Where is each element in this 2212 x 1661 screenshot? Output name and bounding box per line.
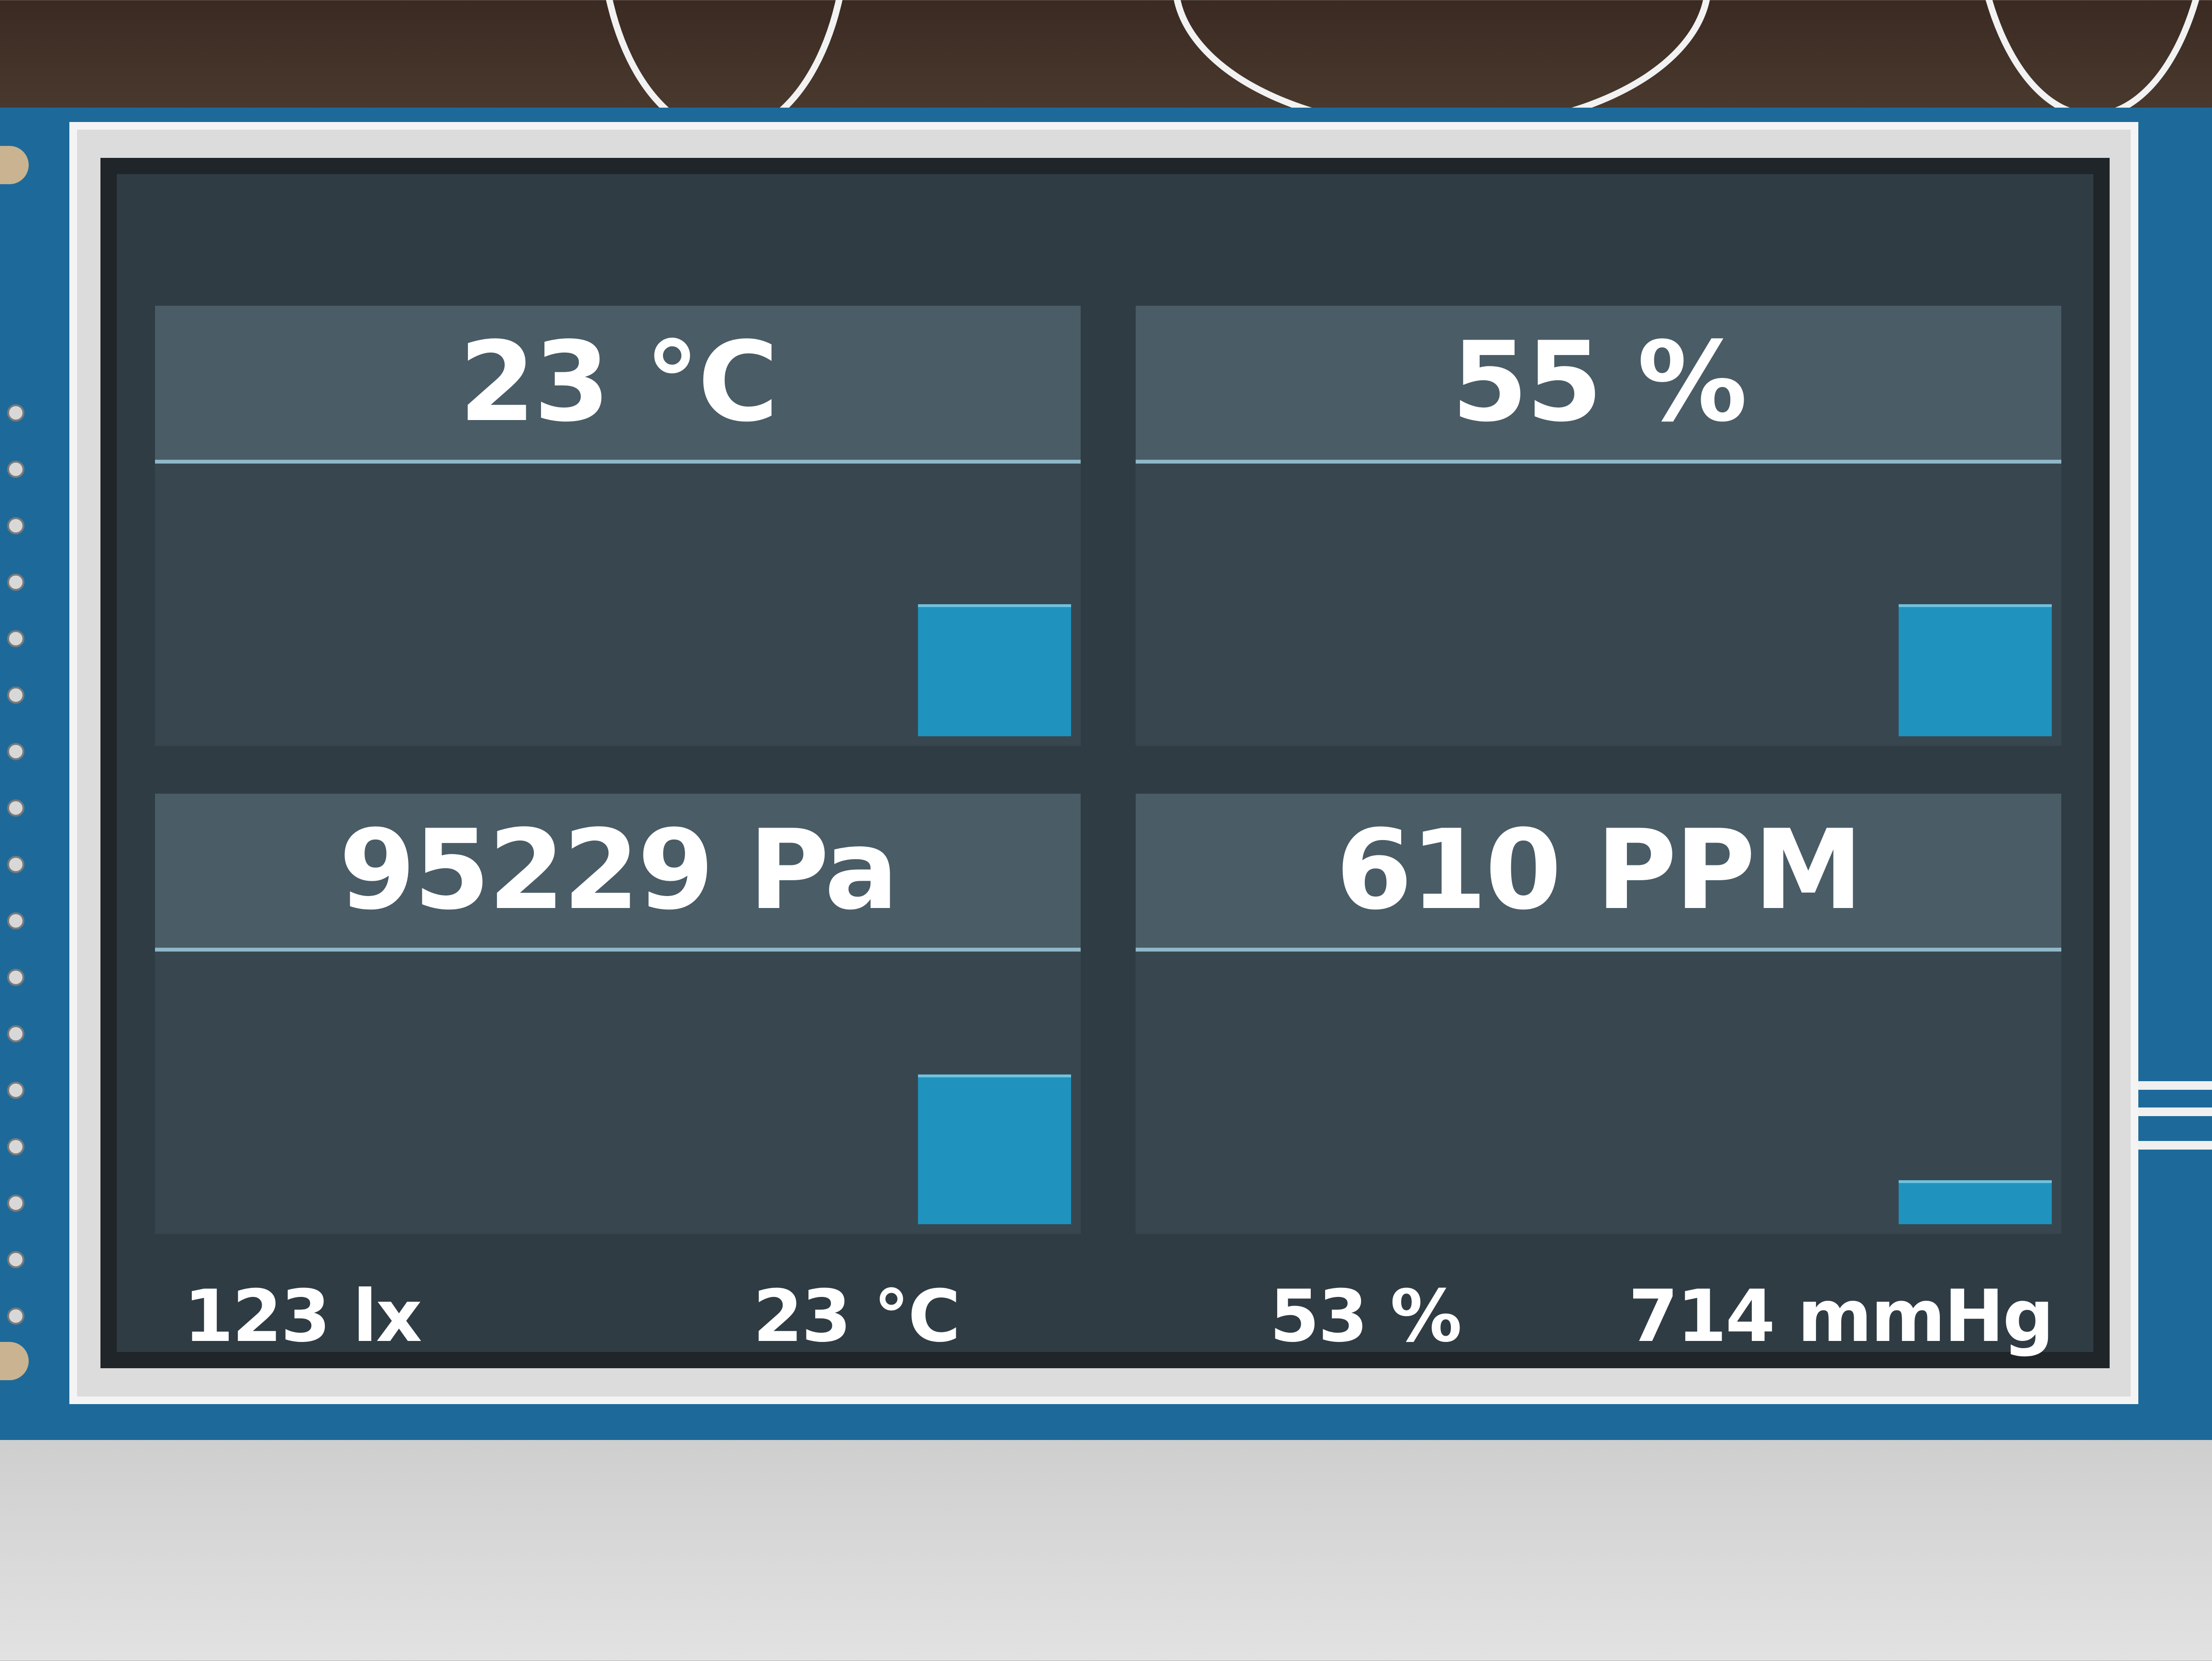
pcb-trace bbox=[2138, 1081, 2212, 1090]
header-pin bbox=[7, 743, 24, 760]
header-pin bbox=[7, 1082, 24, 1099]
co2-panel: 610 PPM bbox=[1136, 794, 2061, 1234]
temperature-level-bar bbox=[918, 604, 1071, 736]
pcb-trace bbox=[2138, 1141, 2212, 1150]
mounting-hole-top bbox=[0, 146, 29, 184]
humidity-panel: 55 % bbox=[1136, 306, 2061, 746]
header-pin bbox=[7, 1251, 24, 1268]
header-pin bbox=[7, 799, 24, 817]
header-pin bbox=[7, 1307, 24, 1325]
footer-pressure: 714 mmHg bbox=[1628, 1275, 2054, 1358]
temperature-panel: 23 °C bbox=[155, 306, 1081, 746]
humidity-value: 55 % bbox=[1451, 318, 1747, 446]
pressure-value: 95229 Pa bbox=[339, 806, 899, 934]
header-pin bbox=[7, 1025, 24, 1042]
header-pins bbox=[7, 404, 26, 1361]
cable-far-right bbox=[1971, 0, 2212, 119]
header-pin bbox=[7, 1195, 24, 1212]
humidity-level-bar bbox=[1899, 604, 2052, 736]
header-pin bbox=[7, 912, 24, 930]
header-pin bbox=[7, 1138, 24, 1155]
footer-light: 123 lx bbox=[184, 1275, 422, 1358]
footer-humidity: 53 % bbox=[1270, 1275, 1462, 1358]
header-pin bbox=[7, 969, 24, 986]
co2-level-bar bbox=[1899, 1180, 2052, 1224]
header-pin bbox=[7, 404, 24, 421]
header-pin bbox=[7, 574, 24, 591]
lcd-screen: 23 °C 55 % 95229 Pa 610 PPM 123 lx 23 °C… bbox=[100, 158, 2110, 1368]
pressure-level-bar bbox=[918, 1074, 1071, 1224]
header-pin bbox=[7, 517, 24, 534]
header-pin bbox=[7, 856, 24, 873]
header-pin bbox=[7, 630, 24, 647]
co2-value: 610 PPM bbox=[1336, 806, 1863, 934]
pressure-panel: 95229 Pa bbox=[155, 794, 1081, 1234]
header-pin bbox=[7, 461, 24, 478]
status-footer: 123 lx 23 °C 53 % 714 mmHg bbox=[117, 1265, 2093, 1368]
pcb-trace bbox=[2138, 1107, 2212, 1116]
temperature-value: 23 °C bbox=[459, 318, 779, 446]
header-pin bbox=[7, 687, 24, 704]
footer-temperature: 23 °C bbox=[753, 1275, 961, 1358]
